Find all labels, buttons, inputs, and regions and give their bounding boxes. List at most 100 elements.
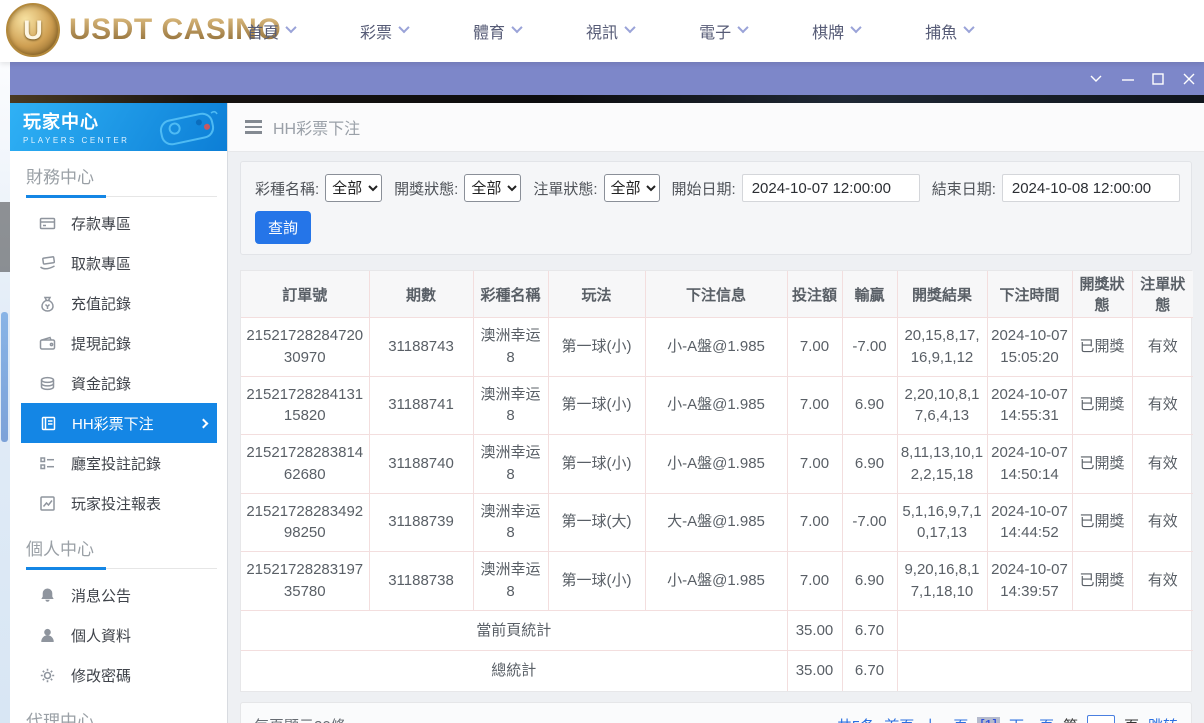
sidebar-item-label: 取款專區	[71, 255, 132, 273]
hand-money-icon	[39, 255, 56, 272]
sidebar-item-funds-record[interactable]: 資金記錄	[20, 363, 217, 403]
table-row: 2152172828413115820 31188741 澳洲幸运8 第一球(小…	[241, 376, 1193, 435]
hamburger-icon[interactable]	[245, 120, 262, 134]
sidebar-item-player-report[interactable]: 玩家投注報表	[20, 483, 217, 523]
cell-draw-result: 20,15,8,17,16,9,1,12	[896, 317, 987, 377]
sidebar-section-agent: 代理中心	[26, 707, 217, 723]
cell-lottery: 澳洲幸运8	[472, 493, 548, 552]
nav-item-home[interactable]: 首頁	[247, 19, 297, 43]
main-area: HH彩票下注 彩種名稱: 全部 開獎狀態: 全部 注單狀態: 全部 開始日期: …	[228, 103, 1204, 723]
chevron-down-icon	[398, 21, 410, 34]
total-summary-empty	[896, 650, 1193, 691]
sidebar-section-finance: 財務中心	[26, 163, 217, 198]
col-win-loss: 輸贏	[841, 271, 897, 318]
sidebar-item-profile[interactable]: 個人資料	[20, 615, 217, 655]
cell-order-no: 2152172828413115820	[241, 376, 369, 435]
breadcrumb: HH彩票下注	[228, 103, 1204, 152]
sidebar-item-withdraw[interactable]: 取款專區	[20, 243, 217, 283]
cell-playtype: 第一球(大)	[547, 493, 645, 552]
cell-bet-info: 小-A盤@1.985	[644, 317, 787, 377]
cell-bet-info: 小-A盤@1.985	[644, 551, 787, 611]
nav-label: 體育	[473, 25, 506, 42]
cell-bet-time: 2024-10-07 14:55:31	[986, 376, 1072, 435]
col-period: 期數	[368, 271, 473, 318]
sidebar-item-label: 玩家投注報表	[71, 495, 162, 513]
window-frame-strip	[10, 95, 1204, 103]
sidebar-item-label: 廳室投註記錄	[71, 455, 162, 473]
cell-draw-result: 8,11,13,10,12,2,15,18	[896, 434, 987, 494]
chevron-right-icon	[198, 418, 209, 428]
cell-bet-amount: 7.00	[786, 493, 842, 552]
nav-item-lottery[interactable]: 彩票	[360, 19, 410, 43]
page-summary-empty	[896, 610, 1193, 652]
page-summary-label: 當前頁統計	[241, 610, 787, 652]
cell-order-no: 2152172828381462680	[241, 434, 369, 494]
sidebar-section-personal: 個人中心	[26, 535, 217, 570]
page-jump-input[interactable]	[1086, 714, 1115, 723]
window-maximize-icon[interactable]	[1145, 62, 1171, 95]
page-summary-win: 6.70	[841, 610, 897, 652]
sidebar-item-announcements[interactable]: 消息公告	[20, 575, 217, 615]
cell-bet-time: 2024-10-07 15:05:20	[986, 317, 1072, 377]
sidebar-item-hh-lottery-bets[interactable]: HH彩票下注	[21, 403, 217, 443]
nav-item-slots[interactable]: 電子	[699, 19, 749, 43]
window-minimize-icon[interactable]	[1115, 62, 1141, 95]
window-dropdown-icon[interactable]	[1083, 62, 1109, 95]
col-draw-result: 開獎結果	[896, 271, 987, 318]
prev-page-link[interactable]: 上一页	[923, 715, 968, 723]
total-summary-win: 6.70	[841, 650, 897, 691]
cell-period: 31188738	[368, 551, 473, 611]
sidebar-item-label: 資金記錄	[71, 375, 132, 393]
window-close-icon[interactable]	[1176, 62, 1202, 95]
nav-item-sports[interactable]: 體育	[473, 19, 523, 43]
cell-order-status: 有效	[1131, 317, 1193, 377]
sidebar-item-label: 個人資料	[71, 627, 132, 645]
end-date-input[interactable]	[1001, 174, 1180, 202]
cell-draw-status: 已開獎	[1071, 551, 1132, 611]
nav-label: 視訊	[586, 25, 619, 42]
cell-draw-status: 已開獎	[1071, 493, 1132, 552]
desktop-edge	[0, 62, 10, 723]
search-button[interactable]: 查詢	[255, 211, 312, 244]
total-summary-row: 總統計 35.00 6.70	[241, 650, 1193, 691]
cell-draw-status: 已開獎	[1071, 317, 1132, 377]
start-date-input[interactable]	[741, 174, 920, 202]
wallet-icon	[39, 335, 56, 352]
jump-button[interactable]: 跳转	[1148, 715, 1178, 723]
col-order-status: 注單狀態	[1131, 271, 1193, 318]
sidebar-item-recharge-record[interactable]: 充值記錄	[20, 283, 217, 323]
sidebar-item-withdrawal-record[interactable]: 提現記錄	[20, 323, 217, 363]
first-page-link[interactable]: 首页	[884, 715, 914, 723]
cell-playtype: 第一球(小)	[547, 376, 645, 435]
sidebar-item-room-bet-record[interactable]: 廳室投註記錄	[20, 443, 217, 483]
window-titlebar	[10, 62, 1204, 95]
cell-bet-info: 小-A盤@1.985	[644, 434, 787, 494]
money-bag-icon	[39, 295, 56, 312]
next-page-link[interactable]: 下一页	[1009, 715, 1054, 723]
chevron-down-icon	[963, 21, 975, 34]
order-status-select[interactable]: 全部	[603, 174, 660, 202]
lottery-name-select[interactable]: 全部	[325, 174, 383, 202]
cell-win-loss: 6.90	[841, 376, 897, 435]
chevron-down-icon	[850, 21, 862, 34]
table-header-row: 訂單號 期數 彩種名稱 玩法 下注信息 投注額 輸贏 開獎結果 下注時間 開獎狀…	[241, 271, 1193, 318]
nav-item-live[interactable]: 視訊	[586, 19, 636, 43]
sidebar-menu-personal: 消息公告 個人資料 修改密碼	[10, 569, 227, 695]
draw-status-select[interactable]: 全部	[464, 174, 522, 202]
page-title: HH彩票下注	[273, 121, 361, 138]
sidebar-item-label: 消息公告	[71, 587, 132, 605]
nav-item-cards[interactable]: 棋牌	[812, 19, 862, 43]
end-date-label: 結束日期:	[931, 180, 996, 198]
sidebar-item-change-password[interactable]: 修改密碼	[20, 655, 217, 695]
sidebar-item-label: 存款專區	[71, 215, 132, 233]
nav-item-fishing[interactable]: 捕魚	[925, 19, 975, 43]
person-icon	[39, 627, 56, 644]
logo-monogram: U	[23, 14, 43, 45]
col-playtype: 玩法	[547, 271, 645, 318]
sidebar-item-label: 提現記錄	[71, 335, 132, 353]
table-row: 2152172828381462680 31188740 澳洲幸运8 第一球(小…	[241, 434, 1193, 494]
deposit-card-icon	[39, 215, 56, 232]
lottery-name-label: 彩種名稱:	[255, 180, 320, 198]
brand-logo: U USDT CASINO	[6, 3, 281, 57]
sidebar-item-deposit[interactable]: 存款專區	[20, 203, 217, 243]
